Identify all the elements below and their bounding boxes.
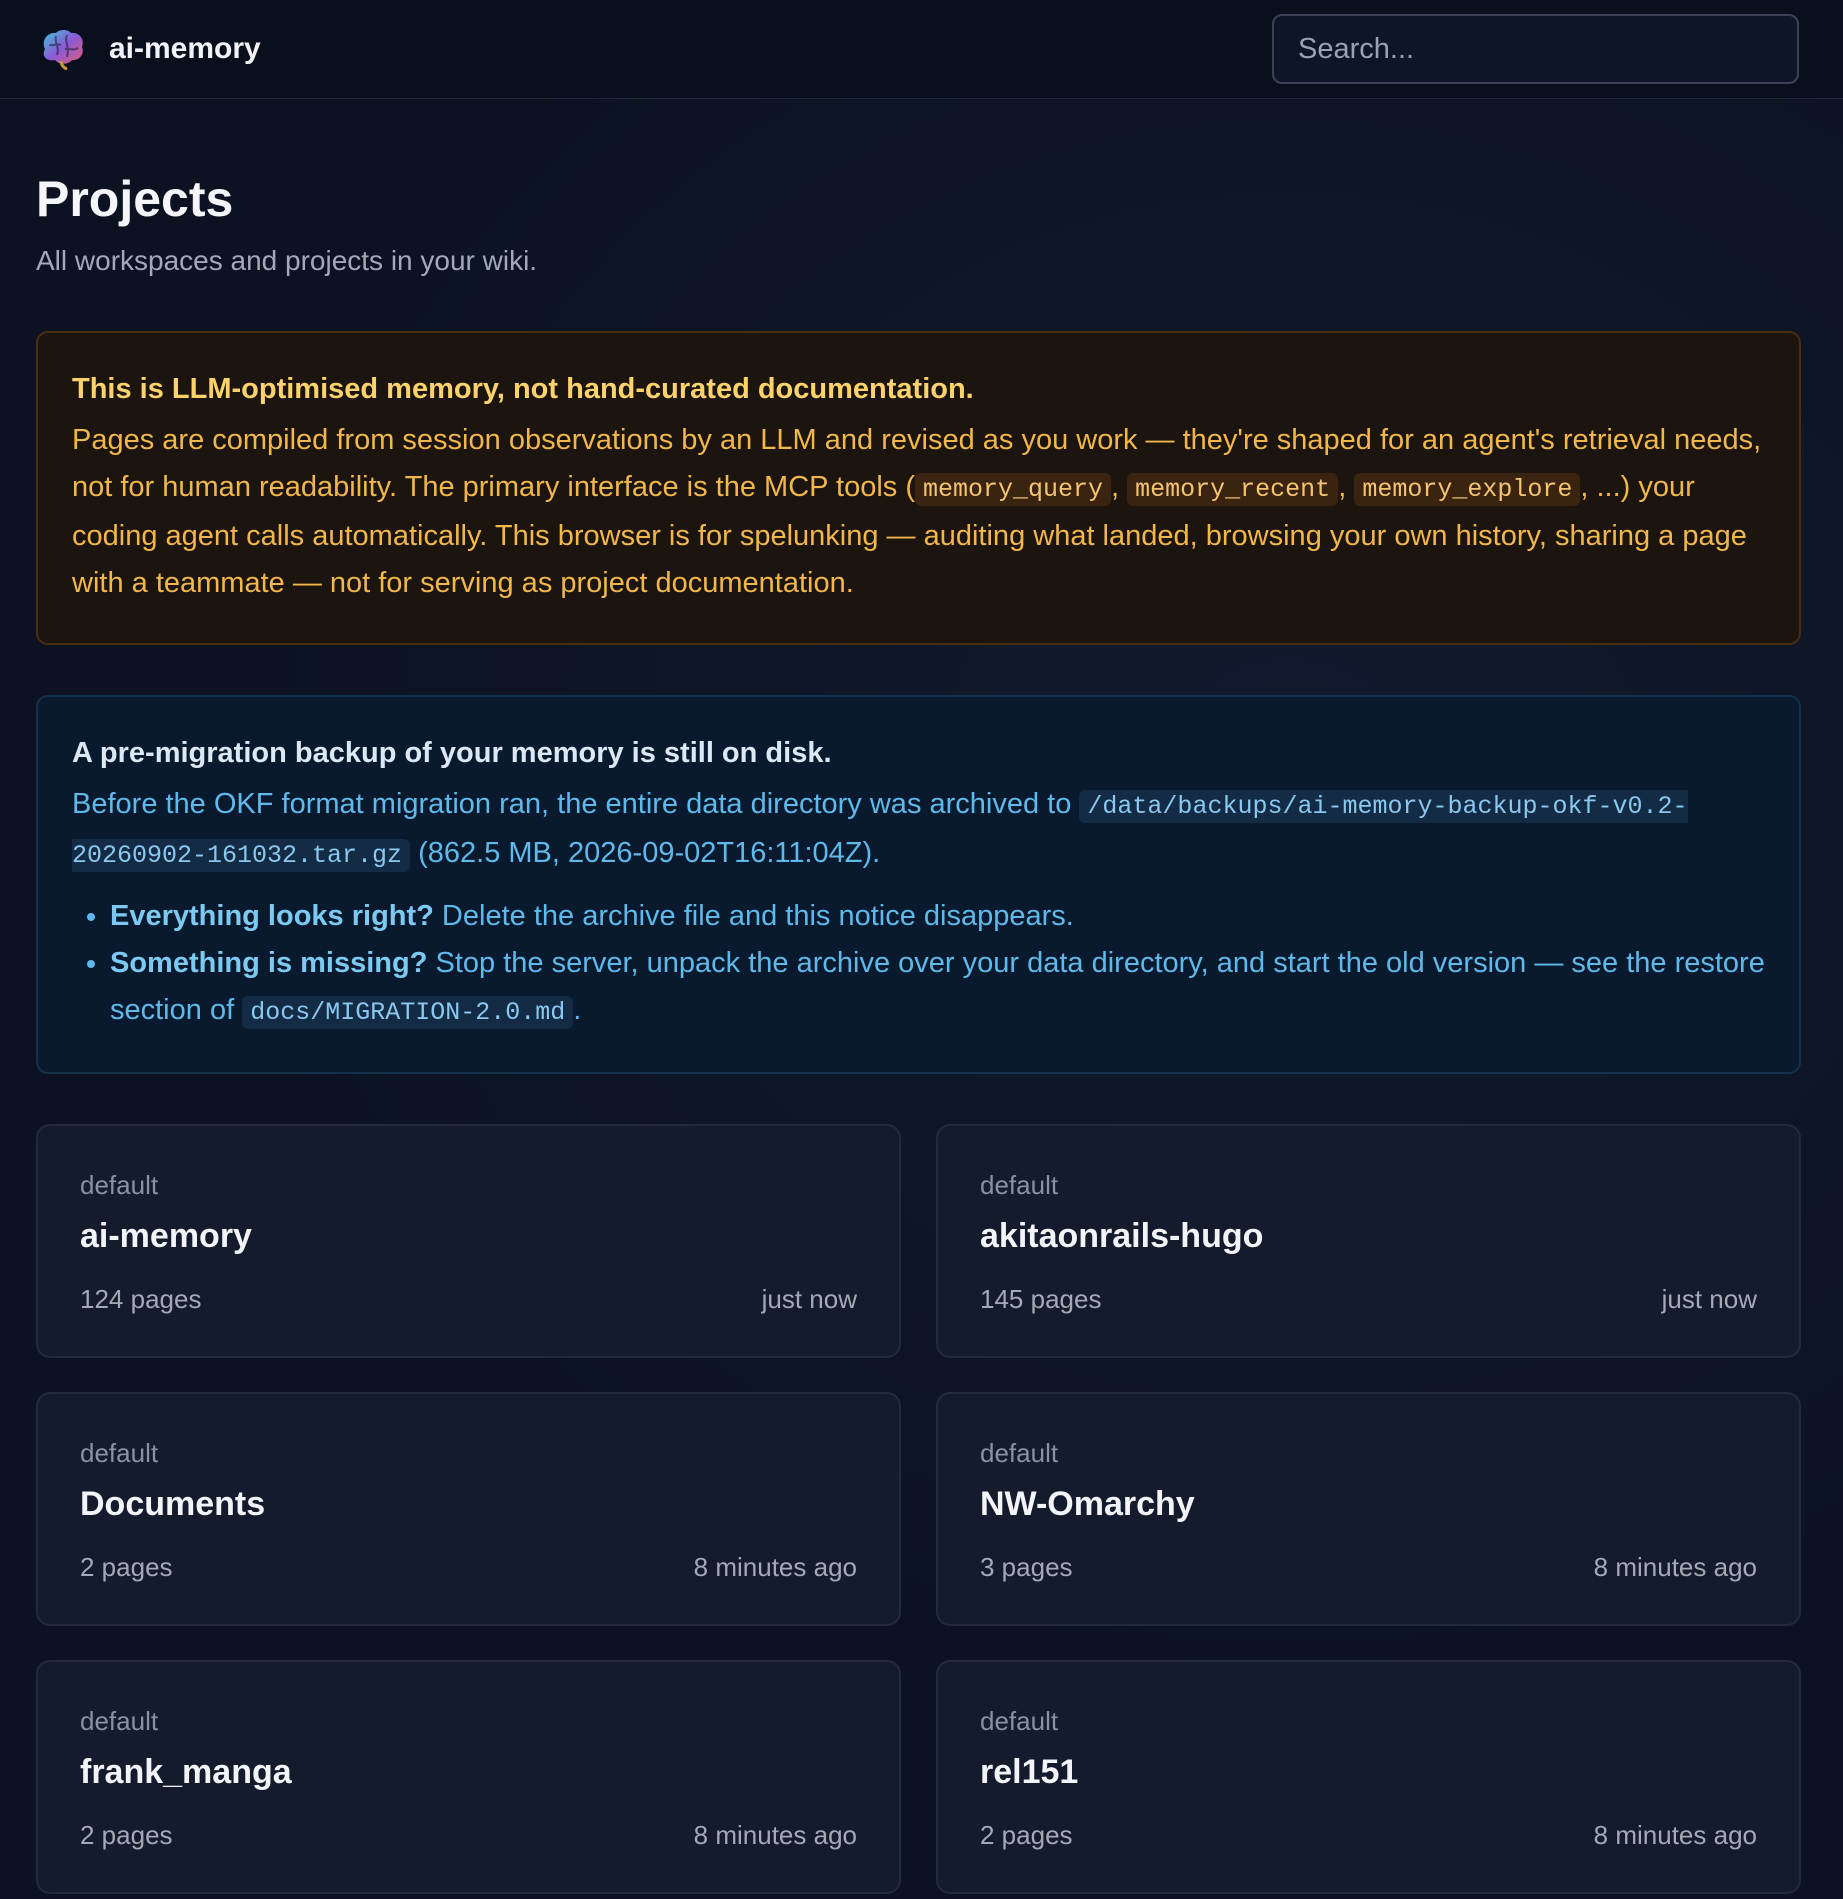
- project-meta: 145 pages just now: [980, 1284, 1757, 1314]
- project-name: ai-memory: [80, 1217, 252, 1255]
- page-count: 2 pages: [980, 1820, 1073, 1850]
- project-name: NW-Omarchy: [980, 1485, 1195, 1523]
- option-text: Delete the archive file and this notice …: [433, 900, 1074, 932]
- option-label: Everything looks right?: [110, 900, 434, 932]
- option-label: Something is missing?: [110, 947, 428, 979]
- project-workspace: default: [980, 1706, 1059, 1736]
- page-count: 3 pages: [980, 1552, 1073, 1582]
- last-updated: 8 minutes ago: [1593, 1552, 1757, 1582]
- tool-memory-explore: memory_explore: [1354, 473, 1581, 506]
- project-workspace: default: [980, 1438, 1059, 1468]
- project-card-frank-manga[interactable]: default frank_manga 2 pages 8 minutes ag…: [36, 1660, 901, 1894]
- project-workspace: default: [80, 1170, 159, 1200]
- last-updated: 8 minutes ago: [693, 1552, 857, 1582]
- llm-notice-title: This is LLM-optimised memory, not hand-c…: [72, 373, 974, 405]
- project-meta: 2 pages 8 minutes ago: [80, 1552, 857, 1582]
- project-meta: 2 pages 8 minutes ago: [80, 1820, 857, 1850]
- project-meta: 2 pages 8 minutes ago: [980, 1820, 1757, 1850]
- tool-memory-query: memory_query: [914, 473, 1112, 506]
- backup-notice-text: (862.5 MB, 2026-09-02T16:11:04Z).: [410, 837, 881, 869]
- backup-notice-title: A pre-migration backup of your memory is…: [72, 737, 832, 769]
- top-header: ai-memory: [0, 0, 1843, 99]
- list-item: Something is missing? Stop the server, u…: [110, 940, 1765, 1036]
- separator: ,: [1338, 471, 1355, 503]
- brand-name: ai-memory: [109, 32, 261, 65]
- project-meta: 124 pages just now: [80, 1284, 857, 1314]
- search-input[interactable]: [1272, 14, 1799, 84]
- project-card-rel151[interactable]: default rel151 2 pages 8 minutes ago: [936, 1660, 1801, 1894]
- project-workspace: default: [980, 1170, 1059, 1200]
- page-count: 145 pages: [980, 1284, 1102, 1314]
- main-content: Projects All workspaces and projects in …: [0, 171, 1843, 1894]
- project-name: rel151: [980, 1753, 1079, 1791]
- page-title: Projects: [36, 171, 234, 227]
- project-workspace: default: [80, 1706, 159, 1736]
- backup-notice-body: Before the OKF format migration ran, the…: [72, 781, 1765, 879]
- llm-notice-body: Pages are compiled from session observat…: [72, 417, 1765, 607]
- brain-icon: [43, 30, 83, 71]
- migration-doc-path: docs/MIGRATION-2.0.md: [242, 996, 574, 1029]
- last-updated: just now: [1661, 1284, 1757, 1314]
- project-card-nw-omarchy[interactable]: default NW-Omarchy 3 pages 8 minutes ago: [936, 1392, 1801, 1626]
- page-subtitle: All workspaces and projects in your wiki…: [36, 245, 538, 276]
- project-name: Documents: [80, 1485, 266, 1523]
- option-text: .: [573, 994, 582, 1026]
- project-card-documents[interactable]: default Documents 2 pages 8 minutes ago: [36, 1392, 901, 1626]
- page-count: 2 pages: [80, 1552, 173, 1582]
- project-name: frank_manga: [80, 1753, 292, 1791]
- page-count: 124 pages: [80, 1284, 202, 1314]
- project-meta: 3 pages 8 minutes ago: [980, 1552, 1757, 1582]
- llm-memory-notice: This is LLM-optimised memory, not hand-c…: [36, 331, 1801, 645]
- backup-notice: A pre-migration backup of your memory is…: [36, 695, 1801, 1074]
- brand-link[interactable]: ai-memory: [37, 27, 261, 71]
- backup-notice-text: Before the OKF format migration ran, the…: [72, 788, 1080, 820]
- tool-memory-recent: memory_recent: [1127, 473, 1339, 506]
- project-workspace: default: [80, 1438, 159, 1468]
- backup-options-list: Everything looks right? Delete the archi…: [72, 893, 1765, 1036]
- project-card-akitaonrails-hugo[interactable]: default akitaonrails-hugo 145 pages just…: [936, 1124, 1801, 1358]
- last-updated: 8 minutes ago: [1593, 1820, 1757, 1850]
- project-card-ai-memory[interactable]: default ai-memory 124 pages just now: [36, 1124, 901, 1358]
- list-item: Everything looks right? Delete the archi…: [110, 893, 1765, 940]
- page-count: 2 pages: [80, 1820, 173, 1850]
- last-updated: 8 minutes ago: [693, 1820, 857, 1850]
- project-name: akitaonrails-hugo: [980, 1217, 1264, 1255]
- separator: ,: [1111, 471, 1128, 503]
- projects-grid: default ai-memory 124 pages just now def…: [36, 1124, 1807, 1894]
- last-updated: just now: [761, 1284, 857, 1314]
